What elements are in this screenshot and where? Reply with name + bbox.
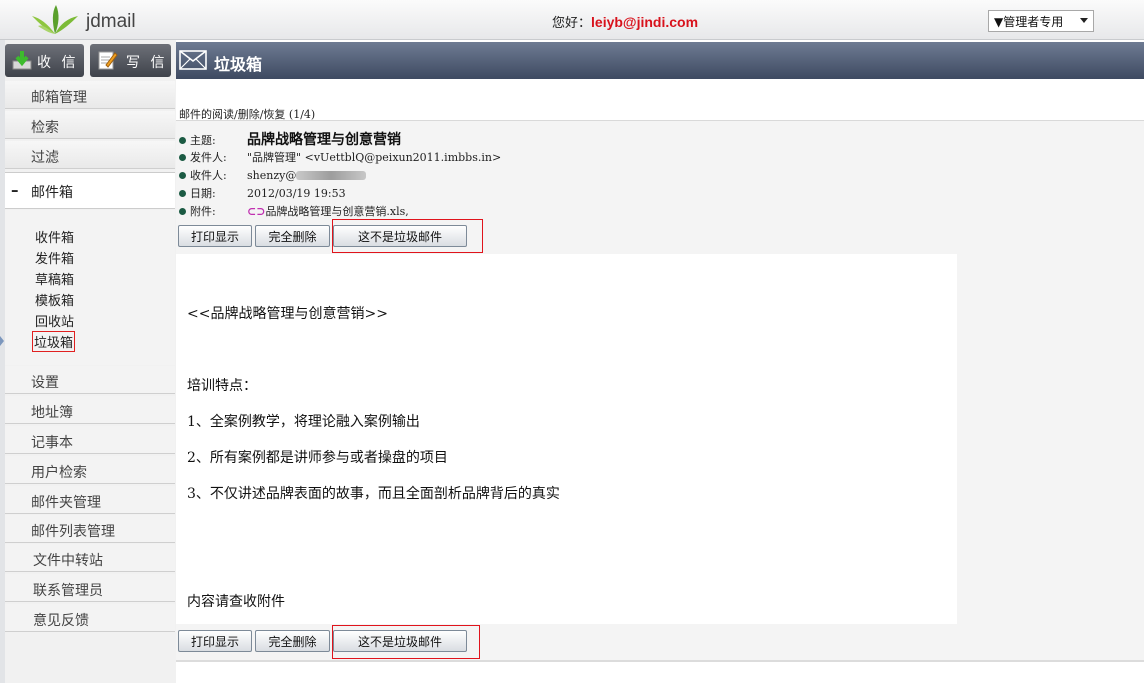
attachment-row: 附件: ⊂⊃品牌战略管理与创意营销.xls, — [179, 203, 409, 219]
menu-label: 设置 — [31, 375, 59, 391]
menu-mailing-list[interactable]: 邮件列表管理 — [5, 515, 175, 543]
folder-recycle[interactable]: 回收站 — [35, 311, 74, 330]
admin-select-value: ▼管理者专用 — [994, 15, 1064, 29]
body-line: 内容请查收附件 — [187, 594, 285, 610]
body-line: 3、不仅讲述品牌表面的故事，而且全面剖析品牌背后的真实 — [187, 486, 560, 502]
sidebar-toggle-arrow-icon[interactable] — [0, 336, 4, 346]
highlight-box-bottom — [332, 625, 480, 659]
action-strip: 邮件的阅读/删除/恢复 (1/4) — [176, 79, 1144, 121]
menu-label: 联系管理员 — [33, 583, 103, 599]
bullet-icon — [179, 172, 186, 179]
menu-label: 邮件列表管理 — [31, 524, 115, 540]
menu-settings[interactable]: 设置 — [5, 366, 175, 394]
menu-folder-management[interactable]: 邮件夹管理 — [5, 486, 175, 514]
delete-button[interactable]: 完全删除 — [255, 225, 330, 247]
date-label: 日期: — [190, 187, 216, 200]
menu-address-book[interactable]: 地址簿 — [5, 396, 175, 424]
body-line: <<品牌战略管理与创意营销>> — [187, 306, 388, 322]
menu-user-search[interactable]: 用户检索 — [5, 456, 175, 484]
to-row: 收件人: shenzy@ — [179, 167, 367, 183]
menu-search[interactable]: 检索 — [5, 111, 175, 139]
folder-drafts[interactable]: 草稿箱 — [35, 269, 74, 288]
menu-label: 意见反馈 — [33, 613, 89, 629]
page-title: 垃圾箱 — [214, 55, 263, 74]
date-value: 2012/03/19 19:53 — [247, 187, 346, 200]
chevron-down-icon — [1080, 18, 1088, 23]
greeting: 您好：leiyb@jindi.com — [552, 12, 698, 31]
menu-label: 文件中转站 — [33, 553, 103, 569]
folder-spam[interactable]: 垃圾箱 — [32, 331, 76, 352]
folder-sent[interactable]: 发件箱 — [35, 248, 74, 267]
body-line: 2、所有案例都是讲师参与或者操盘的项目 — [187, 450, 448, 466]
from-row: 发件人: "品牌管理" <vUettblQ@peixun2011.imbbs.in… — [179, 149, 501, 165]
menu-contact-admin[interactable]: 联系管理员 — [5, 574, 175, 602]
receive-mail-button[interactable]: 收 信 — [5, 44, 84, 77]
leaf-logo-icon — [32, 5, 78, 34]
redacted-address — [296, 171, 367, 180]
menu-file-transfer[interactable]: 文件中转站 — [5, 544, 175, 572]
menu-label: 地址簿 — [31, 405, 73, 421]
bullet-icon — [179, 208, 186, 215]
divider — [176, 120, 1144, 121]
write-mail-button[interactable]: 写 信 — [90, 44, 171, 77]
attachment-label: 附件: — [190, 205, 216, 218]
folder-list: 收件箱 发件箱 草稿箱 模板箱 回收站 垃圾箱 — [5, 210, 175, 365]
admin-select[interactable]: ▼管理者专用 — [988, 10, 1094, 32]
write-label: 写 信 — [126, 55, 168, 71]
from-label: 发件人: — [190, 151, 227, 164]
menu-label: 邮件夹管理 — [31, 495, 101, 511]
paperclip-icon: ⊂⊃ — [247, 205, 266, 218]
mailbox-label: 邮件箱 — [31, 185, 73, 201]
download-icon — [12, 51, 32, 70]
bullet-icon — [179, 154, 186, 161]
message-view: 邮件的阅读/删除/恢复 (1/4) 主题: 品牌战略管理与创意营销 发件人: "品牌… — [176, 79, 1144, 683]
logo: jdmail — [30, 4, 190, 36]
subject-value: 品牌战略管理与创意营销 — [247, 132, 401, 148]
folder-templates[interactable]: 模板箱 — [35, 290, 74, 309]
logo-text: jdmail — [86, 11, 136, 32]
to-label: 收件人: — [190, 169, 227, 182]
collapse-icon: – — [11, 181, 19, 199]
folder-inbox[interactable]: 收件箱 — [35, 227, 74, 246]
greeting-label: 您好： — [552, 16, 592, 31]
highlight-box — [332, 219, 483, 253]
subject-row: 主题: 品牌战略管理与创意营销 — [179, 129, 401, 149]
footer-area — [176, 660, 1144, 683]
from-value: "品牌管理" <vUettblQ@peixun2011.imbbs.in> — [247, 151, 502, 164]
menu-feedback[interactable]: 意见反馈 — [5, 604, 175, 632]
bullet-icon — [179, 190, 186, 197]
menu-filter[interactable]: 过滤 — [5, 141, 175, 169]
envelope-icon — [179, 50, 207, 70]
mailbox-section-header[interactable]: – 邮件箱 — [5, 172, 175, 209]
menu-label: 记事本 — [31, 435, 73, 451]
body-line: 1、全案例教学，将理论融入案例输出 — [187, 414, 420, 430]
print-button-bottom[interactable]: 打印显示 — [178, 630, 252, 652]
bullet-icon — [179, 137, 186, 144]
delete-button-bottom[interactable]: 完全删除 — [255, 630, 330, 652]
user-email: leiyb@jindi.com — [591, 14, 699, 30]
body-line: 培训特点： — [187, 378, 257, 394]
menu-mailbox-management[interactable]: 邮箱管理 — [5, 81, 175, 109]
subject-label: 主题: — [190, 134, 216, 147]
top-bar: jdmail 您好：leiyb@jindi.com ▼管理者专用 — [0, 0, 1144, 40]
to-value: shenzy@ — [247, 169, 297, 182]
message-body: <<品牌战略管理与创意营销>> 培训特点： 1、全案例教学，将理论融入案例输出 … — [176, 254, 957, 624]
print-button[interactable]: 打印显示 — [178, 225, 252, 247]
menu-label: 用户检索 — [31, 465, 87, 481]
folder-banner: 垃圾箱 — [176, 42, 1144, 79]
menu-label: 检索 — [31, 120, 59, 136]
receive-label: 收 信 — [37, 55, 79, 71]
compose-icon — [98, 51, 118, 70]
menu-label: 过滤 — [31, 150, 59, 166]
menu-label: 邮箱管理 — [31, 90, 87, 106]
date-row: 日期: 2012/03/19 19:53 — [179, 185, 346, 201]
menu-notes[interactable]: 记事本 — [5, 426, 175, 454]
attachment-link[interactable]: 品牌战略管理与创意营销.xls, — [265, 205, 408, 218]
